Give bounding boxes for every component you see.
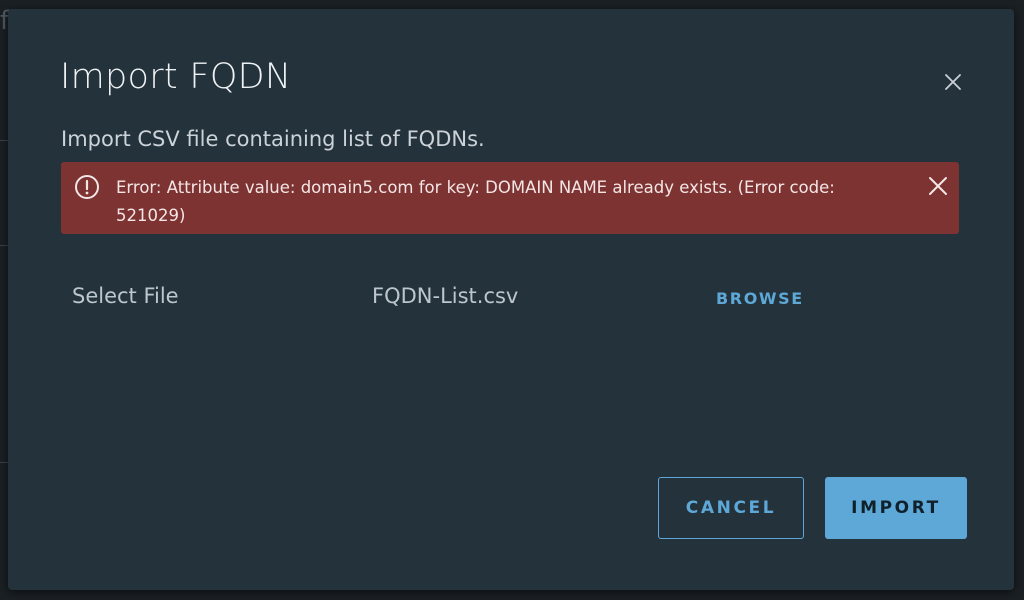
dialog-title: Import FQDN [60, 57, 292, 97]
selected-file-name: FQDN-List.csv [372, 284, 519, 308]
background-divider [0, 462, 8, 463]
select-file-label: Select File [72, 284, 179, 308]
browse-button[interactable]: BROWSE [716, 289, 804, 308]
dialog-subtitle: Import CSV file containing list of FQDNs… [61, 127, 485, 151]
error-message: Error: Attribute value: domain5.com for … [116, 178, 835, 225]
alert-close-icon[interactable] [927, 175, 949, 197]
close-icon-svg [945, 74, 961, 90]
background-divider [0, 245, 8, 246]
close-icon[interactable] [941, 70, 965, 94]
cancel-button[interactable]: CANCEL [658, 477, 804, 539]
error-alert: Error: Attribute value: domain5.com for … [61, 162, 959, 234]
background-divider [0, 140, 8, 141]
import-button[interactable]: IMPORT [825, 477, 967, 539]
import-fqdn-dialog: Import FQDN Import CSV file containing l… [8, 9, 1014, 590]
exclamation-circle-icon [74, 174, 100, 200]
